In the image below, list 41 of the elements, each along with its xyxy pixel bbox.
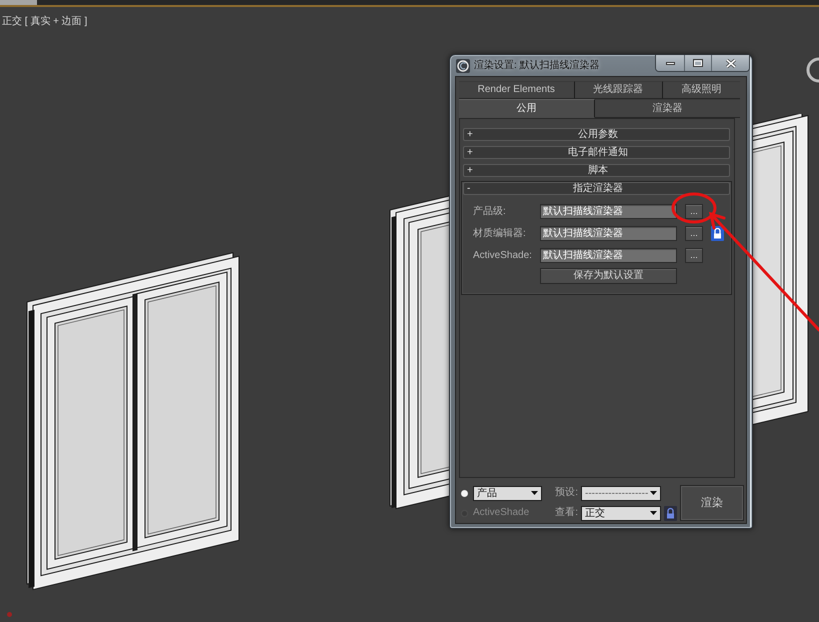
- lock-icon[interactable]: [711, 226, 724, 241]
- tab[interactable]: 光线跟踪器: [574, 81, 663, 99]
- preset-dropdown[interactable]: -------------------: [581, 486, 661, 500]
- renderer-field[interactable]: 默认扫描线渲染器: [540, 204, 677, 219]
- rollout-header[interactable]: - 指定渲染器: [463, 182, 730, 195]
- maximize-icon: [693, 59, 703, 67]
- caret-icon: [650, 491, 658, 495]
- save-default-button[interactable]: 保存为默认设置: [540, 268, 677, 284]
- minimize-button[interactable]: [656, 55, 684, 71]
- tab[interactable]: Render Elements: [459, 81, 575, 99]
- radio-button[interactable]: [461, 490, 468, 496]
- close-button[interactable]: [711, 55, 749, 71]
- rollout-header[interactable]: + 脚本: [463, 164, 730, 177]
- minimize-icon: [666, 62, 674, 64]
- browse-button[interactable]: ...: [685, 248, 703, 263]
- app-logo-icon: [456, 58, 470, 72]
- field-label: ActiveShade:: [473, 250, 532, 262]
- browse-button[interactable]: ...: [685, 226, 703, 241]
- tab[interactable]: 公用: [459, 99, 595, 118]
- renderer-field[interactable]: 默认扫描线渲染器: [540, 248, 677, 263]
- tab[interactable]: 高级照明: [662, 81, 740, 99]
- dialog-title: 渲染设置: 默认扫描线渲染器: [474, 60, 600, 72]
- rollout-header[interactable]: + 电子邮件通知: [463, 146, 730, 159]
- lock-icon[interactable]: [664, 506, 677, 520]
- tab[interactable]: 渲染器: [595, 99, 740, 118]
- view-label: 查看:: [555, 507, 578, 519]
- field-label: 材质编辑器:: [473, 228, 526, 240]
- mode-dropdown[interactable]: 产品: [473, 486, 542, 500]
- render-button[interactable]: 渲染: [680, 485, 744, 521]
- field-label: 产品级:: [473, 206, 506, 218]
- viewport-label[interactable]: 正交 [ 真实 + 边面 ]: [2, 16, 88, 28]
- ring-icon[interactable]: [806, 57, 819, 83]
- view-dropdown[interactable]: 正交: [581, 506, 661, 520]
- preset-label: 预设:: [555, 487, 578, 499]
- renderer-field[interactable]: 默认扫描线渲染器: [540, 226, 677, 241]
- browse-button[interactable]: ...: [685, 204, 703, 219]
- rollout-header[interactable]: + 公用参数: [463, 128, 730, 141]
- maximize-button[interactable]: [684, 55, 711, 71]
- close-icon: [726, 58, 736, 68]
- dot-icon: [7, 612, 12, 617]
- highlight-circle: [672, 192, 716, 224]
